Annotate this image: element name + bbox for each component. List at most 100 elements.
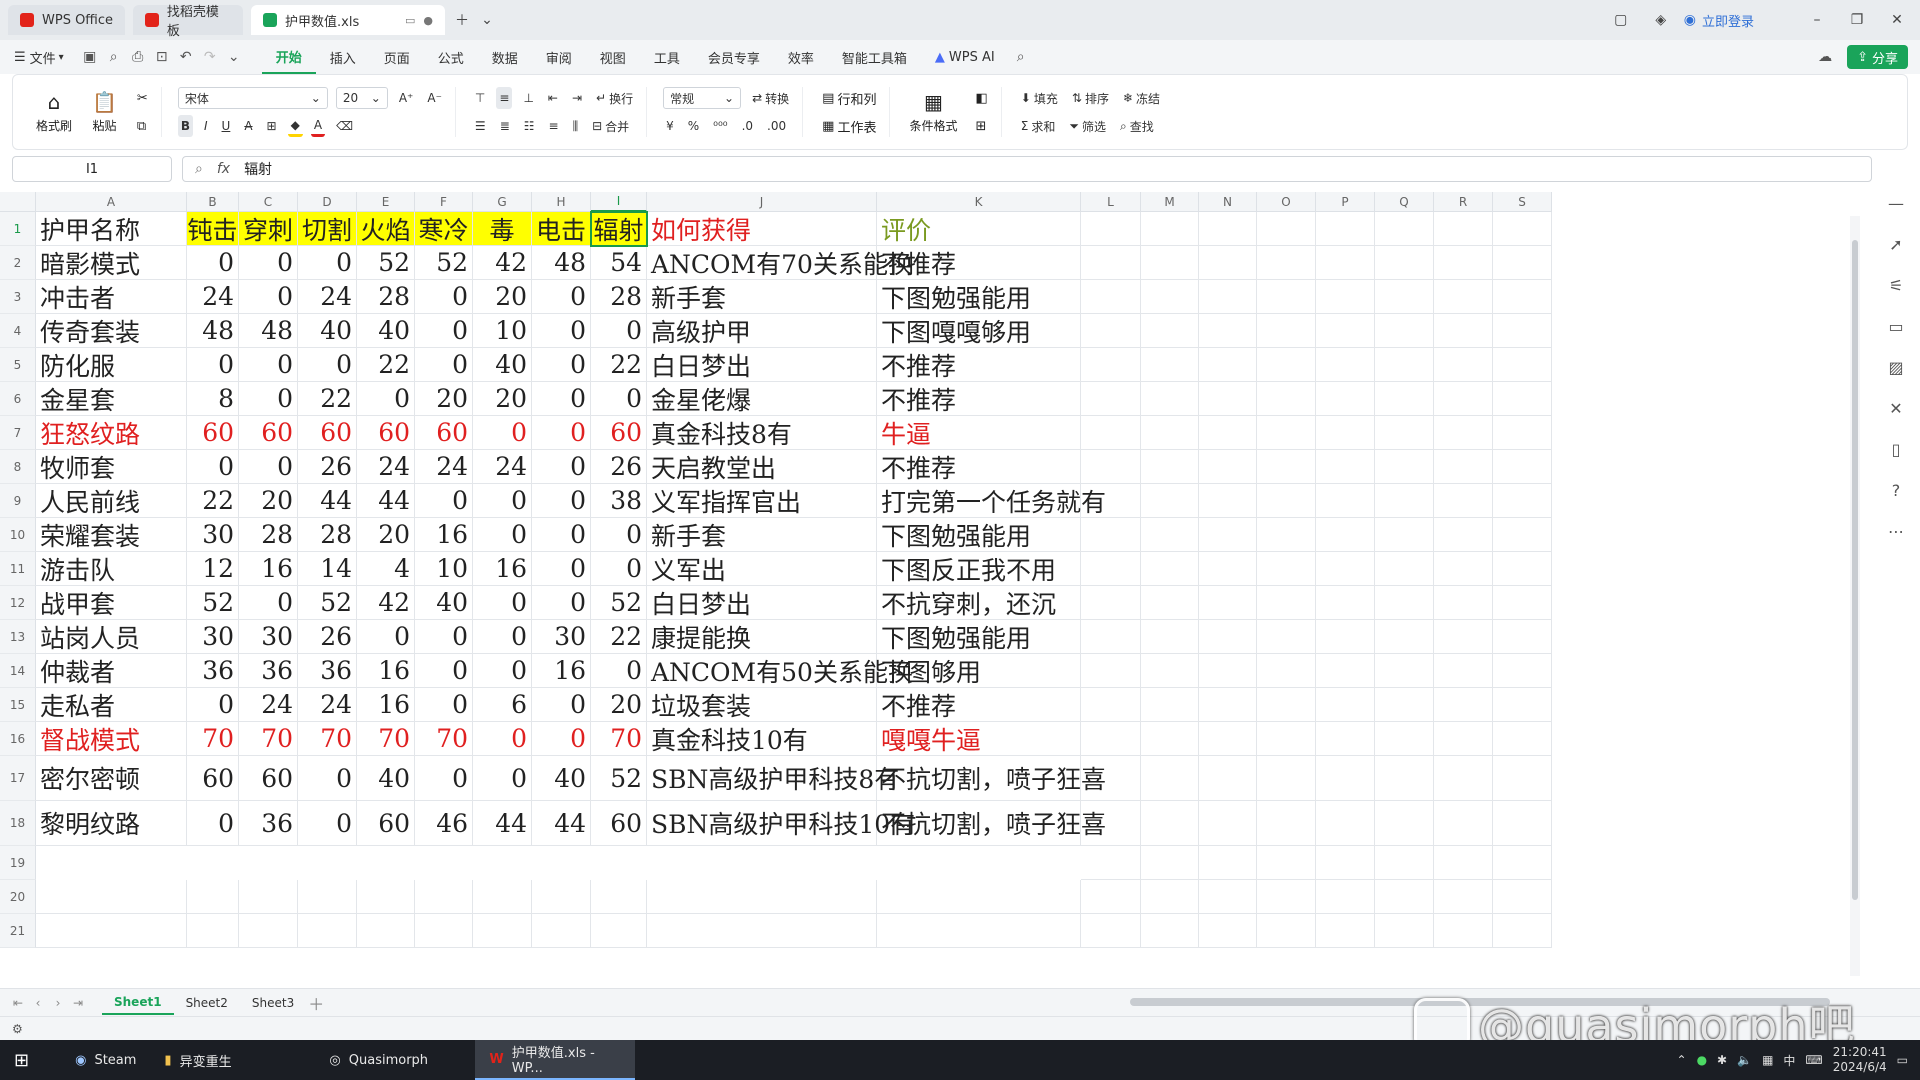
- empty-cell[interactable]: [1375, 586, 1434, 620]
- value-cell[interactable]: 16: [473, 552, 532, 586]
- empty-cell[interactable]: [1375, 212, 1434, 246]
- rating-cell[interactable]: 打完第一个任务就有: [877, 484, 1106, 518]
- notification-icon[interactable]: ▭: [1897, 1053, 1908, 1067]
- value-cell[interactable]: 0: [473, 756, 532, 801]
- search-icon[interactable]: ⌕: [1009, 45, 1033, 69]
- select-all-corner[interactable]: [0, 192, 36, 212]
- empty-cell[interactable]: [1141, 348, 1199, 382]
- empty-cell[interactable]: [1257, 212, 1316, 246]
- empty-cell[interactable]: [1141, 246, 1199, 280]
- value-cell[interactable]: 0: [532, 450, 591, 484]
- row-header-17[interactable]: 17: [0, 756, 36, 801]
- empty-cell[interactable]: [1141, 688, 1199, 722]
- rating-cell[interactable]: 下图反正我不用: [877, 552, 1081, 586]
- last-sheet-icon[interactable]: ⇥: [68, 996, 88, 1010]
- empty-cell[interactable]: [1199, 314, 1257, 348]
- armor-name-cell[interactable]: 荣耀套装: [36, 518, 187, 552]
- clock[interactable]: 21:20:41 2024/6/4: [1833, 1045, 1887, 1075]
- empty-cell[interactable]: [357, 880, 415, 914]
- value-cell[interactable]: 0: [532, 586, 591, 620]
- print-preview-icon[interactable]: ⊡: [150, 45, 174, 69]
- menu-data[interactable]: 数据: [478, 40, 532, 74]
- value-cell[interactable]: 22: [187, 484, 239, 518]
- empty-cell[interactable]: [1257, 586, 1316, 620]
- empty-cell[interactable]: [1199, 450, 1257, 484]
- value-cell[interactable]: 52: [357, 246, 415, 280]
- value-cell[interactable]: 36: [239, 801, 298, 846]
- chevron-down-icon[interactable]: ⌄: [479, 3, 495, 37]
- empty-cell[interactable]: [1081, 484, 1141, 518]
- empty-cell[interactable]: [1434, 722, 1493, 756]
- empty-cell[interactable]: [1081, 914, 1141, 948]
- value-cell[interactable]: 0: [591, 552, 647, 586]
- value-cell[interactable]: 16: [357, 654, 415, 688]
- value-cell[interactable]: 20: [415, 382, 473, 416]
- empty-cell[interactable]: [1434, 314, 1493, 348]
- value-cell[interactable]: 0: [187, 688, 239, 722]
- armor-name-cell[interactable]: 传奇套装: [36, 314, 187, 348]
- empty-cell[interactable]: [1199, 246, 1257, 280]
- align-right-icon[interactable]: ☷: [521, 115, 538, 137]
- source-cell[interactable]: 新手套: [647, 280, 877, 314]
- column-header-f[interactable]: F: [415, 192, 473, 212]
- source-cell[interactable]: 新手套: [647, 518, 877, 552]
- empty-cell[interactable]: [1141, 484, 1199, 518]
- format-painter-button[interactable]: ⌂ 格式刷: [33, 90, 75, 134]
- value-cell[interactable]: 24: [298, 688, 357, 722]
- tab-template[interactable]: 找稻壳模板: [133, 5, 244, 39]
- rating-cell[interactable]: 不推荐: [877, 688, 1081, 722]
- merge-button[interactable]: ⊟ 合并: [589, 115, 632, 137]
- empty-cell[interactable]: [1375, 348, 1434, 382]
- empty-cell[interactable]: [1081, 280, 1141, 314]
- empty-cell[interactable]: [532, 880, 591, 914]
- empty-cell[interactable]: [1081, 756, 1141, 801]
- empty-cell[interactable]: [1199, 756, 1257, 801]
- empty-cell[interactable]: [1257, 914, 1316, 948]
- value-cell[interactable]: 0: [591, 382, 647, 416]
- empty-cell[interactable]: [1199, 382, 1257, 416]
- wechat-icon[interactable]: ●: [1697, 1053, 1707, 1067]
- empty-cell[interactable]: [1081, 620, 1141, 654]
- empty-cell[interactable]: [1081, 552, 1141, 586]
- menu-smart-toolbox[interactable]: 智能工具箱: [828, 40, 921, 74]
- empty-cell[interactable]: [1081, 348, 1141, 382]
- empty-cell[interactable]: [1434, 416, 1493, 450]
- login-link[interactable]: 立即登录: [1702, 11, 1754, 30]
- empty-cell[interactable]: [1141, 620, 1199, 654]
- armor-name-cell[interactable]: 黎明纹路: [36, 801, 187, 846]
- value-cell[interactable]: 0: [298, 756, 357, 801]
- empty-cell[interactable]: [1493, 880, 1552, 914]
- empty-cell[interactable]: [1434, 846, 1493, 880]
- value-cell[interactable]: 24: [239, 688, 298, 722]
- font-size-select[interactable]: 20 ⌄: [335, 87, 388, 109]
- column-header-r[interactable]: R: [1434, 192, 1493, 212]
- value-cell[interactable]: 60: [187, 756, 239, 801]
- empty-cell[interactable]: [1375, 722, 1434, 756]
- value-cell[interactable]: 0: [415, 484, 473, 518]
- distribute-icon[interactable]: ⫼: [570, 115, 582, 137]
- empty-cell[interactable]: [1257, 846, 1316, 880]
- empty-cell[interactable]: [36, 880, 187, 914]
- empty-cell[interactable]: [1081, 654, 1141, 688]
- empty-cell[interactable]: [877, 880, 1081, 914]
- empty-cell[interactable]: [1257, 688, 1316, 722]
- menu-view[interactable]: 视图: [586, 40, 640, 74]
- empty-cell[interactable]: [1375, 416, 1434, 450]
- rating-cell[interactable]: 下图够用: [877, 654, 1081, 688]
- empty-cell[interactable]: [1199, 212, 1257, 246]
- empty-cell[interactable]: [1316, 586, 1375, 620]
- empty-cell[interactable]: [1375, 914, 1434, 948]
- value-cell[interactable]: 28: [357, 280, 415, 314]
- source-cell[interactable]: SBN高级护甲科技8有: [647, 756, 899, 801]
- formula-input[interactable]: ⌕ fx 辐射: [182, 156, 1872, 182]
- empty-cell[interactable]: [532, 914, 591, 948]
- source-cell[interactable]: 白日梦出: [647, 586, 877, 620]
- row-header-20[interactable]: 20: [0, 880, 36, 914]
- user-icon[interactable]: ◉: [1684, 12, 1696, 28]
- value-cell[interactable]: 52: [187, 586, 239, 620]
- rating-cell[interactable]: 嘎嘎牛逼: [877, 722, 1081, 756]
- value-cell[interactable]: 26: [298, 450, 357, 484]
- rowcol-button[interactable]: ▤ 行和列: [819, 87, 879, 109]
- column-header-s[interactable]: S: [1493, 192, 1552, 212]
- value-cell[interactable]: 16: [239, 552, 298, 586]
